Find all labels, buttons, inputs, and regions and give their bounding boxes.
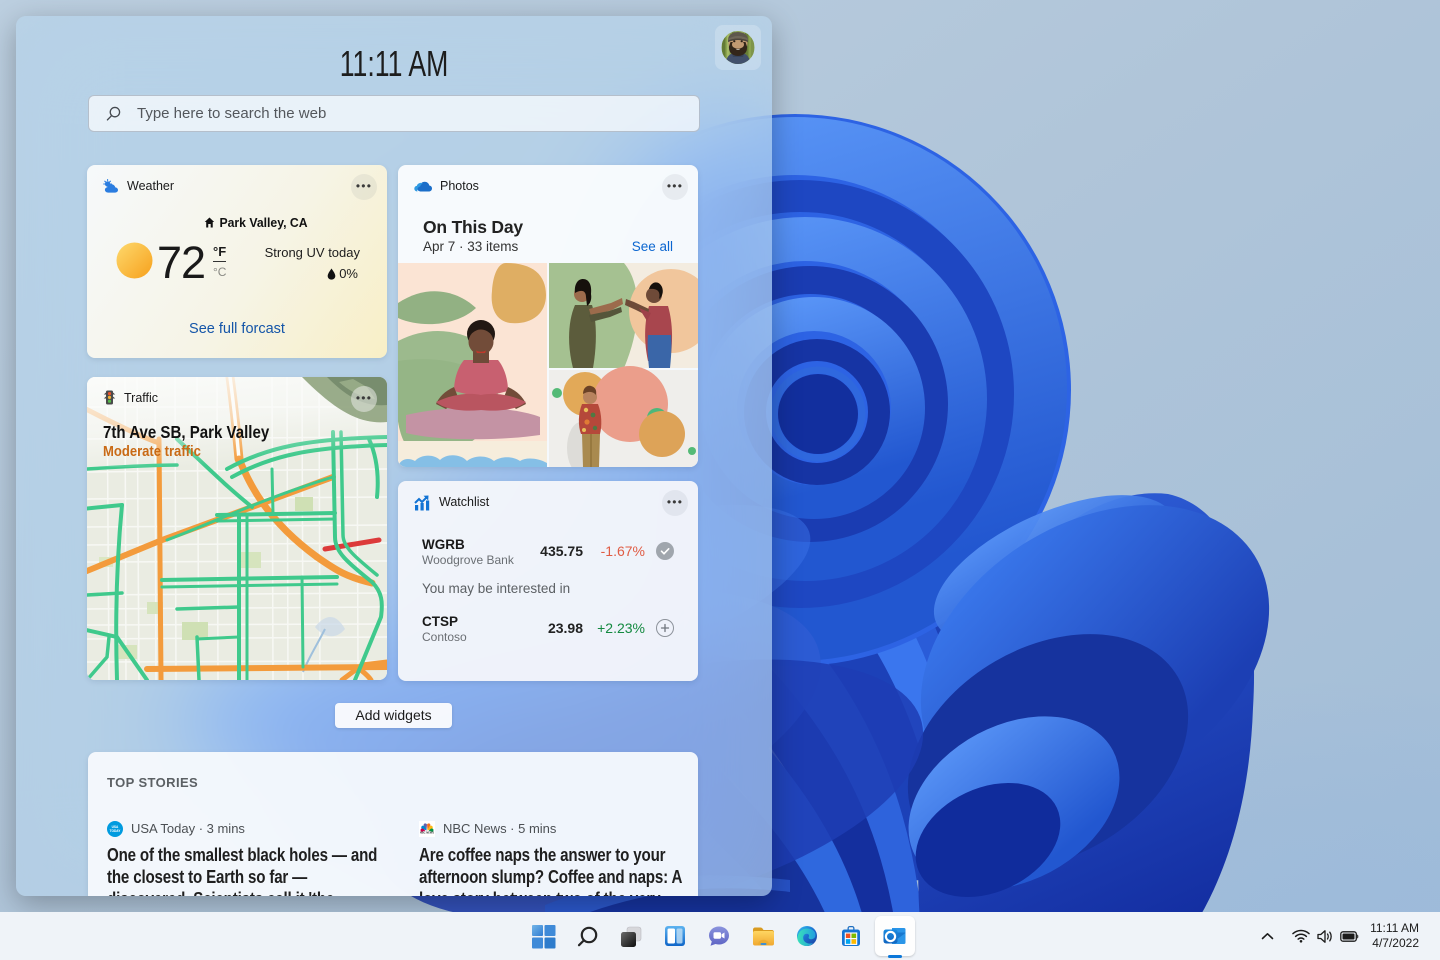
svg-text:NBC NEWS: NBC NEWS — [420, 830, 434, 834]
svg-text:TODAY: TODAY — [110, 829, 122, 833]
